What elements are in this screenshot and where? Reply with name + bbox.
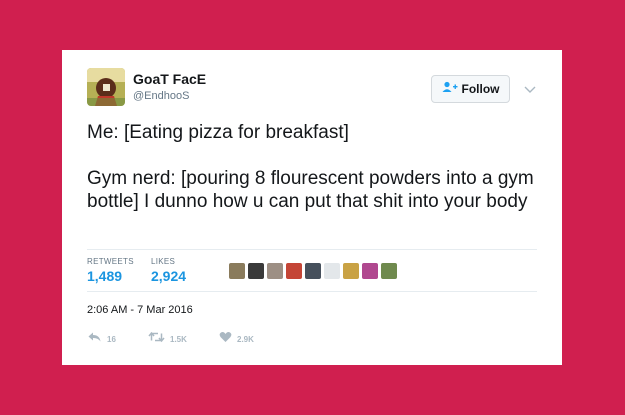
liker-avatar[interactable]	[286, 263, 302, 279]
follow-button[interactable]: Follow	[431, 75, 510, 103]
likes-label: LIKES	[151, 257, 176, 266]
display-name[interactable]: GoaT FacE	[133, 71, 206, 87]
liker-avatar[interactable]	[267, 263, 283, 279]
tweet-card: GoaT FacE @EndhooS Follow Me: [Eating pi…	[62, 50, 562, 365]
liker-avatars	[229, 263, 397, 279]
avatar[interactable]	[87, 68, 125, 106]
liker-avatar[interactable]	[381, 263, 397, 279]
retweets-stat[interactable]: RETWEETS 1,489	[87, 257, 134, 284]
retweet-button[interactable]: 1.5K	[148, 330, 187, 348]
retweets-count: 1,489	[87, 268, 123, 284]
retweet-icon	[148, 330, 165, 348]
person-add-icon	[442, 80, 458, 98]
retweets-label: RETWEETS	[87, 257, 134, 266]
follow-label: Follow	[461, 82, 500, 96]
like-count: 2.9K	[237, 334, 254, 344]
user-handle[interactable]: @EndhooS	[133, 90, 189, 102]
chevron-down-icon[interactable]	[524, 82, 536, 93]
likes-stat[interactable]: LIKES 2,924	[151, 257, 186, 284]
tweet-timestamp[interactable]: 2:06 AM - 7 Mar 2016	[87, 304, 193, 316]
tweet-text-line-1: Me: [Eating pizza for breakfast]	[87, 122, 349, 143]
likes-count: 2,924	[151, 268, 187, 284]
divider-bottom	[87, 291, 537, 292]
heart-icon	[219, 330, 232, 348]
liker-avatar[interactable]	[343, 263, 359, 279]
reply-icon	[87, 330, 102, 348]
liker-avatar[interactable]	[229, 263, 245, 279]
liker-avatar[interactable]	[305, 263, 321, 279]
reply-button[interactable]: 16	[87, 330, 116, 348]
liker-avatar[interactable]	[324, 263, 340, 279]
like-button[interactable]: 2.9K	[219, 330, 254, 348]
liker-avatar[interactable]	[362, 263, 378, 279]
retweet-count: 1.5K	[170, 334, 187, 344]
tweet-text-line-2: Gym nerd: [pouring 8 flourescent powders…	[87, 168, 534, 212]
tweet-text: Me: [Eating pizza for breakfast] Gym ner…	[87, 121, 547, 213]
divider-top	[87, 249, 537, 250]
liker-avatar[interactable]	[248, 263, 264, 279]
reply-count: 16	[107, 334, 116, 344]
